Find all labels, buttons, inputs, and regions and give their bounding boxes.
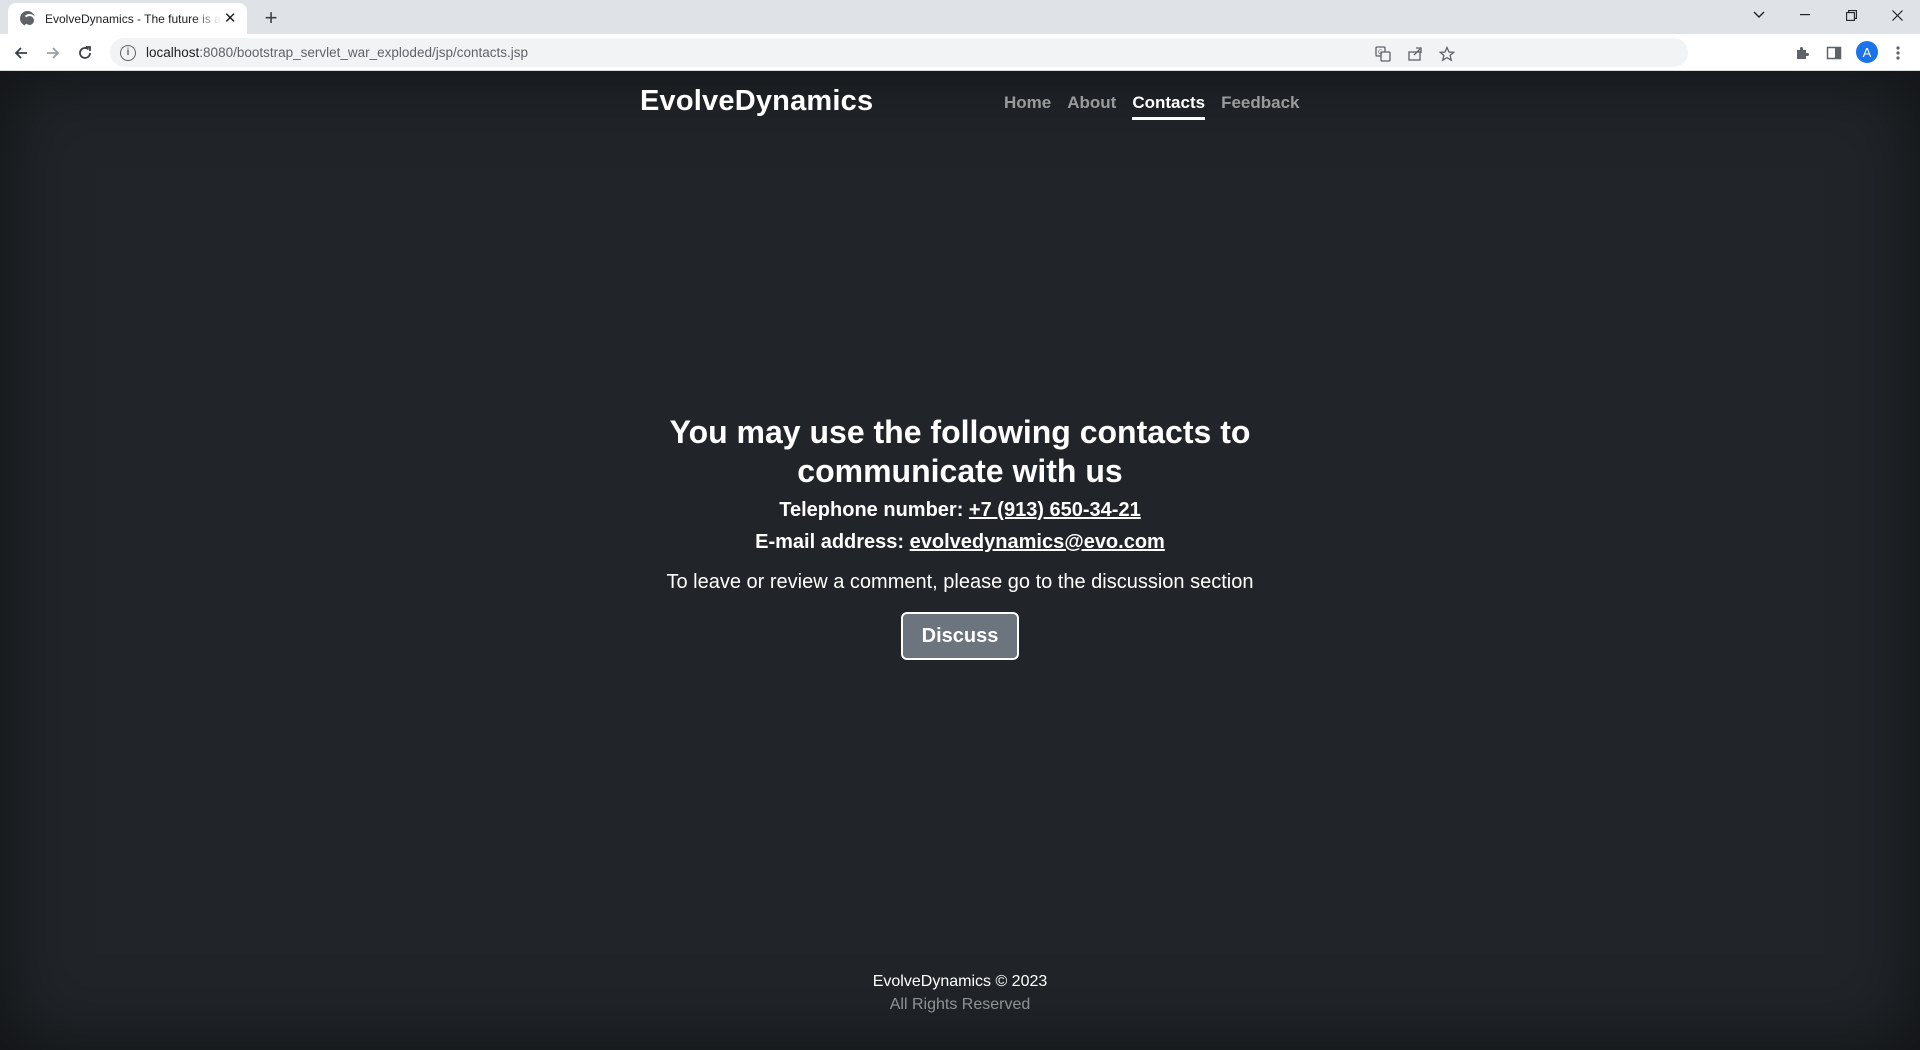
- profile-avatar[interactable]: A: [1856, 41, 1878, 63]
- nav-about[interactable]: About: [1067, 93, 1116, 120]
- tab-title: EvolveDynamics - The future is al: [45, 11, 222, 26]
- chrome-menu-icon[interactable]: [1888, 43, 1908, 63]
- site-brand[interactable]: EvolveDynamics: [640, 85, 873, 118]
- nav-contacts[interactable]: Contacts: [1132, 93, 1206, 120]
- restore-button[interactable]: [1828, 0, 1874, 30]
- browser-tab[interactable]: EvolveDynamics - The future is al ✕: [8, 3, 247, 34]
- tab-search-icon[interactable]: [1736, 0, 1782, 30]
- nav-feedback[interactable]: Feedback: [1221, 93, 1299, 120]
- close-window-button[interactable]: [1874, 0, 1920, 30]
- browser-toolbar: i localhost:8080/bootstrap_servlet_war_e…: [0, 34, 1920, 71]
- forward-button[interactable]: [39, 39, 67, 67]
- phone-label: Telephone number:: [779, 499, 964, 521]
- contacts-section: You may use the following contacts to co…: [0, 413, 1920, 660]
- site-info-icon[interactable]: i: [120, 44, 136, 61]
- svg-text:G: G: [1378, 49, 1383, 56]
- minimize-button[interactable]: [1782, 0, 1828, 30]
- email-link[interactable]: evolvedynamics@evo.com: [910, 531, 1165, 553]
- back-button[interactable]: [7, 39, 35, 67]
- side-panel-icon[interactable]: [1824, 43, 1844, 63]
- share-icon[interactable]: [1406, 45, 1424, 63]
- reload-button[interactable]: [71, 39, 99, 67]
- email-label: E-mail address:: [755, 531, 905, 553]
- phone-link[interactable]: +7 (913) 650-34-21: [969, 499, 1141, 521]
- close-tab-icon[interactable]: ✕: [221, 10, 239, 28]
- footer-rights: All Rights Reserved: [889, 996, 1031, 1013]
- discuss-button[interactable]: Discuss: [901, 612, 1019, 660]
- page-body: EvolveDynamics Home About Contacts Feedb…: [0, 71, 1920, 1050]
- email-line: E-mail address: evolvedynamics@evo.com: [0, 530, 1920, 555]
- footer-copyright: EvolveDynamics © 2023: [872, 973, 1048, 990]
- discussion-hint: To leave or review a comment, please go …: [666, 571, 1254, 593]
- url-path: :8080/bootstrap_servlet_war_exploded/jsp…: [199, 45, 528, 60]
- translate-icon[interactable]: G: [1374, 45, 1392, 63]
- url-host: localhost: [146, 45, 200, 60]
- extensions-icon[interactable]: [1792, 43, 1812, 63]
- phone-line: Telephone number: +7 (913) 650-34-21: [0, 498, 1920, 523]
- new-tab-button[interactable]: +: [258, 5, 284, 31]
- page-footer: EvolveDynamics © 2023 All Rights Reserve…: [0, 971, 1920, 1017]
- bookmark-star-icon[interactable]: [1438, 45, 1456, 63]
- globe-icon: [20, 11, 36, 27]
- main-nav: Home About Contacts Feedback: [1004, 93, 1300, 120]
- nav-home[interactable]: Home: [1004, 93, 1051, 120]
- url-text[interactable]: localhost:8080/bootstrap_servlet_war_exp…: [146, 45, 528, 60]
- browser-tab-strip: EvolveDynamics - The future is al ✕ +: [0, 0, 1920, 34]
- address-bar[interactable]: i localhost:8080/bootstrap_servlet_war_e…: [110, 38, 1688, 67]
- page-heading: You may use the following contacts to co…: [669, 414, 1251, 489]
